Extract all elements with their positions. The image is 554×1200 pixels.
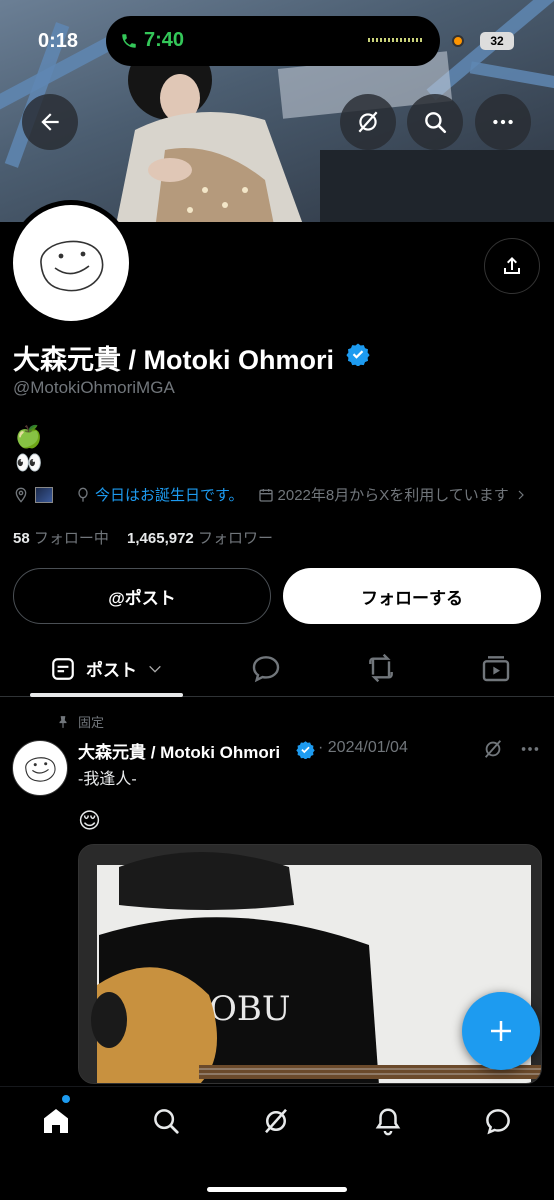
bottom-navigation xyxy=(0,1086,554,1200)
nav-search[interactable] xyxy=(146,1101,186,1141)
status-time: 0:18 xyxy=(38,30,79,52)
pin-icon xyxy=(59,715,67,728)
share-icon xyxy=(504,257,520,274)
tab-media[interactable] xyxy=(480,652,512,689)
search-button[interactable] xyxy=(407,94,463,150)
mention-post-button[interactable]: @ポスト xyxy=(13,568,271,624)
mic-indicator xyxy=(452,35,464,47)
phone-call-icon xyxy=(122,34,136,48)
more-icon xyxy=(493,119,513,125)
nav-messages[interactable] xyxy=(478,1101,518,1141)
plus-icon xyxy=(491,1021,511,1041)
notifications-icon xyxy=(375,1108,401,1136)
joined-date: 2022年8月からXを利用しています xyxy=(277,487,509,504)
chevron-down-icon xyxy=(149,665,161,673)
location-icon xyxy=(15,487,27,503)
tab-reposts[interactable] xyxy=(364,652,398,689)
post-author-name[interactable]: 大森元貴 / Motoki Ohmori xyxy=(78,738,280,763)
posts-icon xyxy=(52,657,74,680)
nav-home[interactable] xyxy=(36,1101,76,1141)
location-flag-icon xyxy=(35,486,53,503)
messages-icon xyxy=(486,1109,510,1135)
post-author-avatar[interactable] xyxy=(12,740,68,796)
home-icon xyxy=(44,1109,68,1133)
nav-grok[interactable] xyxy=(256,1101,296,1141)
replies-icon xyxy=(252,656,280,683)
grok-icon[interactable] xyxy=(482,738,504,760)
birthday-text[interactable]: 今日はお誕生日です。 xyxy=(95,484,244,505)
banner-person-photo xyxy=(116,40,303,222)
bio-line-apple: 🍏 xyxy=(15,424,43,449)
following-link[interactable]: 58 フォロー中 xyxy=(13,530,109,547)
username-handle: @MotokiOhmoriMGA xyxy=(13,378,175,397)
bio-line-eyes: 👀 xyxy=(15,450,43,475)
grok-icon xyxy=(265,1108,287,1134)
active-tab-indicator xyxy=(30,693,183,697)
follow-button[interactable]: フォローする xyxy=(283,568,541,624)
more-button[interactable] xyxy=(475,94,531,150)
back-button[interactable] xyxy=(22,94,78,150)
tab-posts-label: ポスト xyxy=(86,661,137,680)
smiley-drawing xyxy=(25,757,56,782)
verified-icon[interactable] xyxy=(346,342,370,366)
pinned-indicator: 固定 xyxy=(56,712,104,731)
profile-tabs: ポスト xyxy=(0,640,554,697)
pinned-label: 固定 xyxy=(78,715,105,730)
calendar-icon xyxy=(258,488,273,502)
post-emoji: 😌 xyxy=(78,808,101,833)
media-icon xyxy=(482,656,510,682)
profile-avatar[interactable] xyxy=(8,200,134,326)
back-arrow-icon xyxy=(41,113,59,131)
grok-button[interactable] xyxy=(340,94,396,150)
post-text: -我逢人- xyxy=(78,771,137,788)
battery-indicator: 32 xyxy=(480,32,514,50)
verified-icon xyxy=(296,741,315,759)
svg-text:OBU: OBU xyxy=(209,989,291,1029)
compose-post-button[interactable] xyxy=(462,992,540,1070)
balloon-icon xyxy=(78,487,88,502)
search-icon xyxy=(425,112,447,134)
post-date[interactable]: · 2024/01/04 xyxy=(318,739,408,757)
grok-icon xyxy=(358,111,378,133)
share-button[interactable] xyxy=(484,238,540,294)
display-name: 大森元貴 / Motoki Ohmori xyxy=(13,345,334,375)
audio-waveform xyxy=(368,38,422,42)
dynamic-island[interactable]: 7:40 xyxy=(106,16,440,66)
chevron-right-icon[interactable] xyxy=(515,488,527,502)
smiley-drawing xyxy=(40,240,104,292)
followers-link[interactable]: 1,465,972 フォロワー xyxy=(127,530,273,547)
follow-counts: 58 フォロー中 1,465,972 フォロワー xyxy=(13,527,273,548)
home-indicator xyxy=(207,1187,347,1192)
tab-posts[interactable]: ポスト xyxy=(30,640,183,697)
search-icon xyxy=(154,1109,179,1134)
post-more-icon[interactable] xyxy=(518,738,542,760)
tab-replies[interactable] xyxy=(250,652,282,689)
call-duration: 7:40 xyxy=(144,29,185,51)
repost-icon xyxy=(369,653,393,683)
profile-meta: 今日はお誕生日です。 2022年8月からXを利用しています xyxy=(13,484,527,505)
nav-notifications[interactable] xyxy=(368,1101,408,1141)
home-unread-dot xyxy=(62,1095,70,1103)
